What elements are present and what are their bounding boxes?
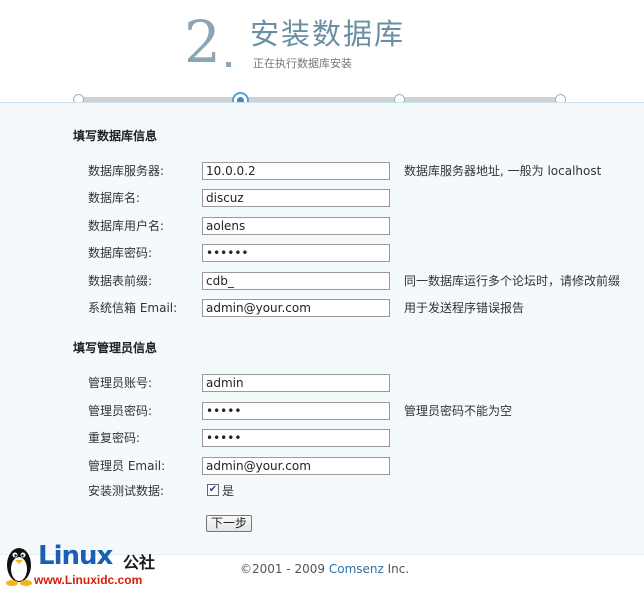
admin-password-label: 管理员密码:	[88, 404, 153, 418]
page-header: 2 安装数据库 正在执行数据库安装	[0, 0, 644, 102]
admin-account-input[interactable]	[202, 374, 390, 392]
linuxidc-watermark-logo: Linux 公社 www.Linuxidc.com	[2, 541, 182, 589]
watermark-word: Linux	[38, 541, 113, 571]
admin-account-label: 管理员账号:	[88, 376, 153, 390]
penguin-icon	[6, 548, 32, 586]
watermark-url: www.Linuxidc.com	[34, 573, 143, 587]
db-server-input[interactable]	[202, 162, 390, 180]
copyright-brand: Comsenz	[328, 562, 384, 576]
table-prefix-label: 数据表前缀:	[88, 274, 153, 288]
watermark-suffix: 公社	[123, 553, 156, 572]
db-server-hint: 数据库服务器地址, 一般为 localhost	[404, 164, 602, 178]
admin-section-title: 填写管理员信息	[73, 341, 158, 355]
db-user-label: 数据库用户名:	[88, 219, 165, 233]
next-step-button[interactable]: 下一步	[206, 515, 252, 532]
system-email-label: 系统信箱 Email:	[88, 301, 178, 315]
test-data-checkbox[interactable]: ✔	[207, 484, 219, 496]
copyright-suffix: Inc.	[383, 562, 410, 576]
admin-email-label: 管理员 Email:	[88, 459, 166, 473]
copyright: ©2001 - 2009 Comsenz Inc.	[240, 562, 409, 576]
db-password-label: 数据库密码:	[88, 246, 153, 260]
page-title: 安装数据库	[250, 17, 406, 51]
system-email-input[interactable]	[202, 299, 390, 317]
db-user-input[interactable]	[202, 217, 390, 235]
test-data-label: 安装测试数据:	[88, 484, 165, 498]
admin-password-input[interactable]	[202, 402, 390, 420]
table-prefix-hint: 同一数据库运行多个论坛时，请修改前缀	[404, 274, 621, 288]
db-name-label: 数据库名:	[88, 191, 141, 205]
copyright-prefix: ©2001 - 2009	[240, 562, 329, 576]
table-prefix-input[interactable]	[202, 272, 390, 290]
db-password-input[interactable]	[202, 244, 390, 262]
repeat-password-input[interactable]	[202, 429, 390, 447]
repeat-password-label: 重复密码:	[88, 431, 141, 445]
page-subtitle: 正在执行数据库安装	[253, 57, 352, 70]
admin-password-hint: 管理员密码不能为空	[404, 404, 513, 418]
db-section-title: 填写数据库信息	[73, 129, 158, 143]
test-data-option-label: 是	[222, 484, 235, 498]
step-number-dot	[226, 62, 231, 67]
step-number: 2	[184, 8, 221, 76]
db-name-input[interactable]	[202, 189, 390, 207]
db-server-label: 数据库服务器:	[88, 164, 165, 178]
system-email-hint: 用于发送程序错误报告	[404, 301, 525, 315]
admin-email-input[interactable]	[202, 457, 390, 475]
